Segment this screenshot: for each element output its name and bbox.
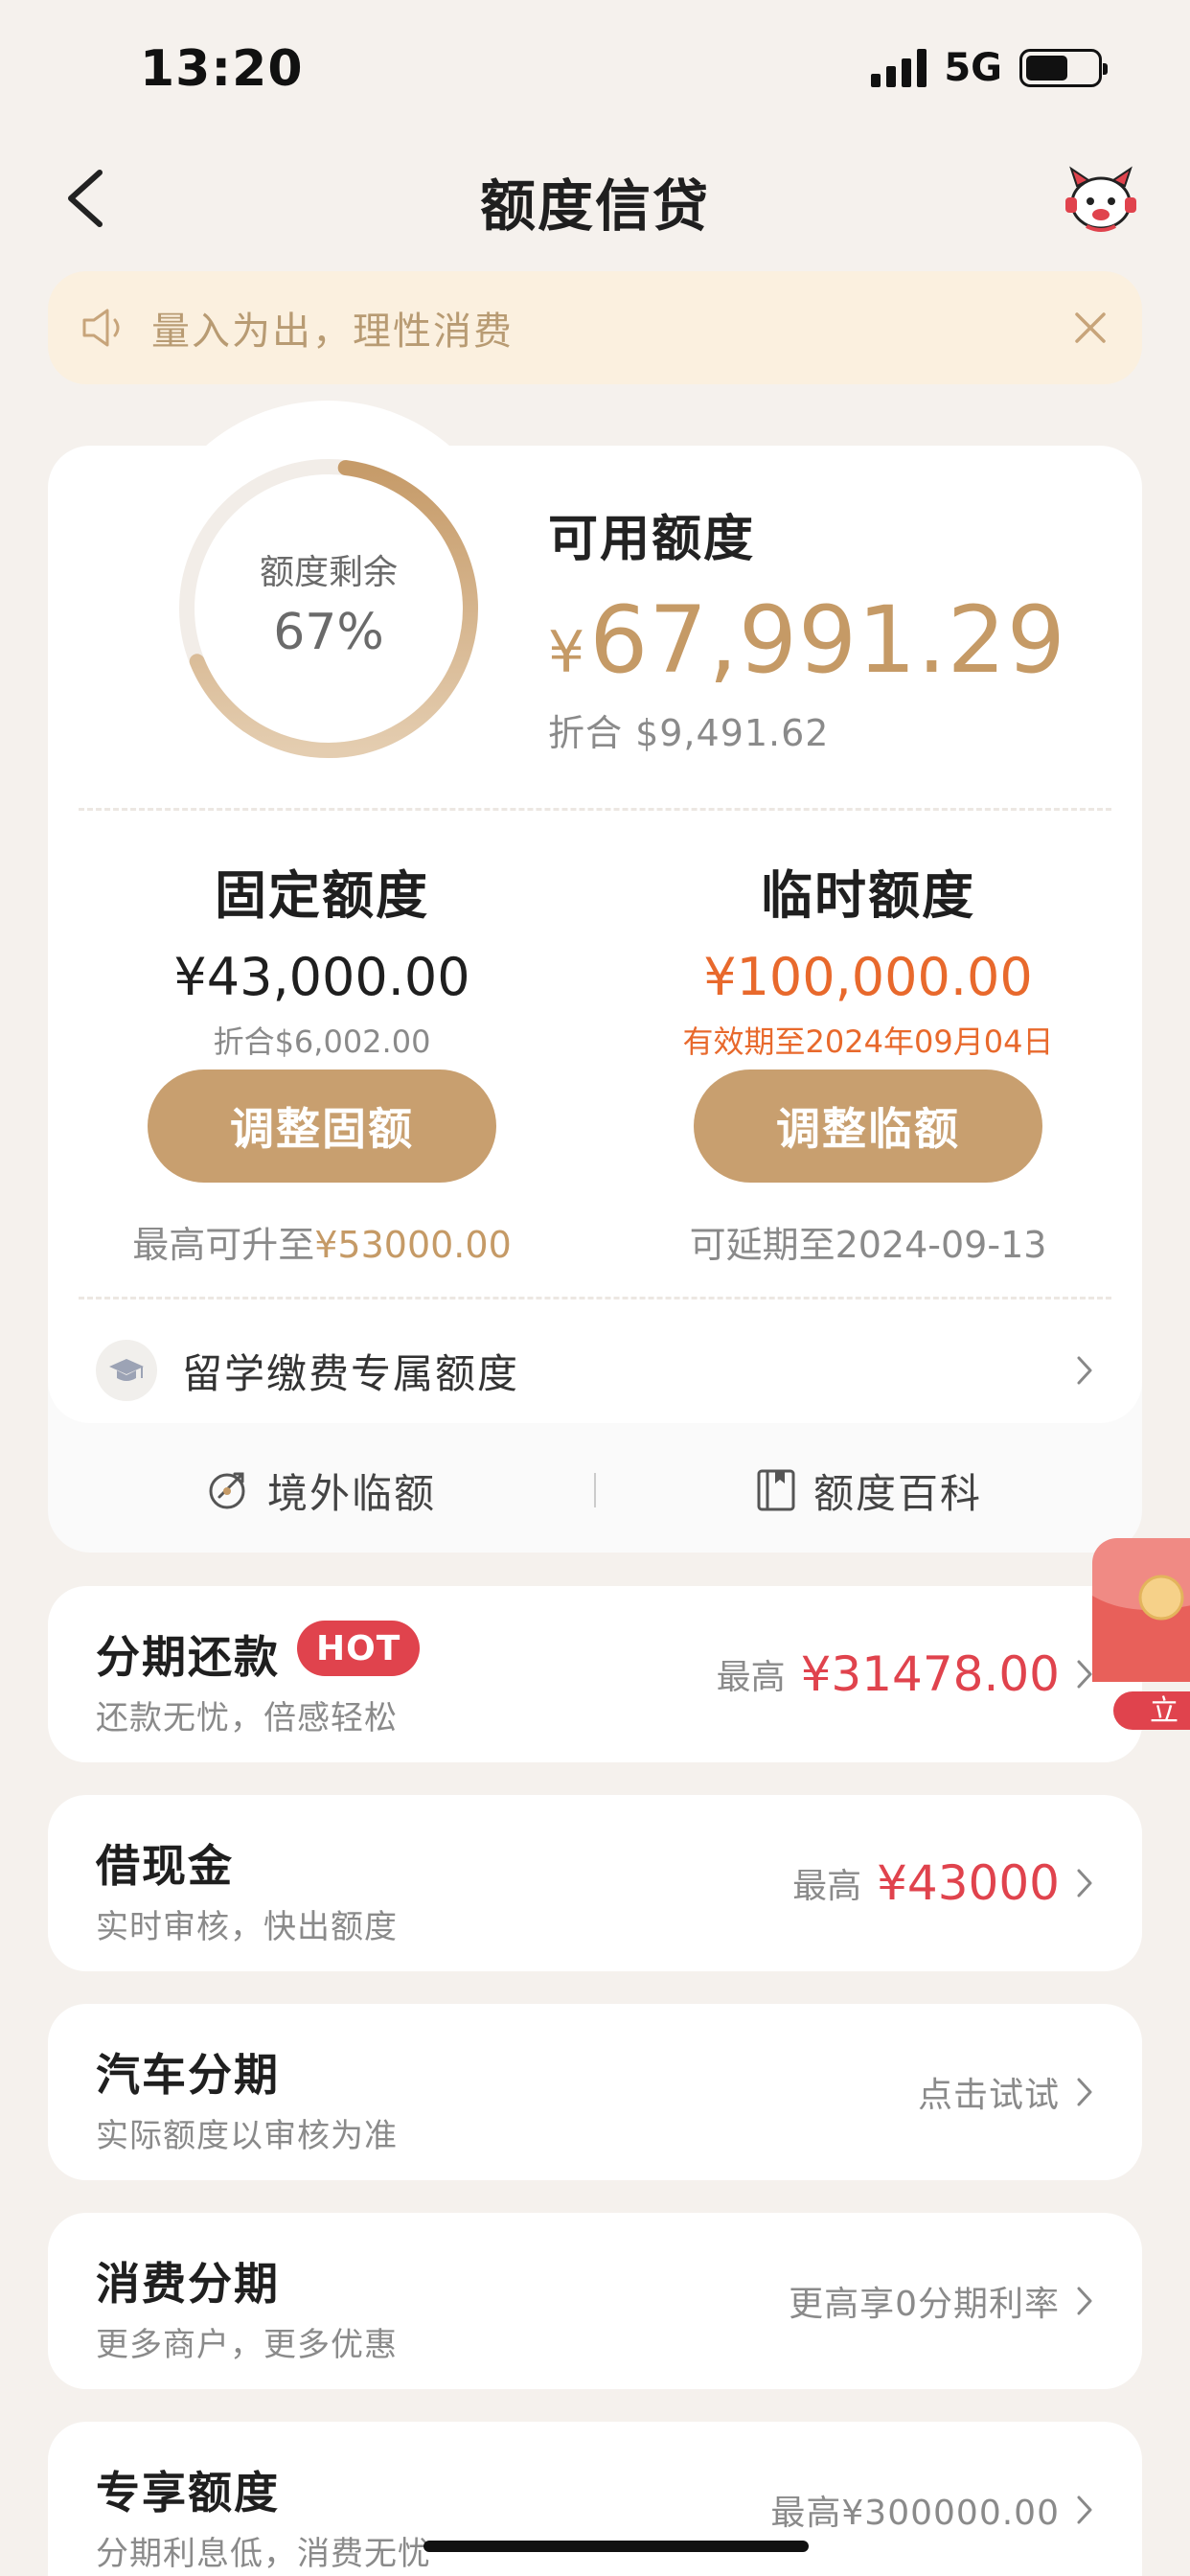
- product-subtitle: 实际额度以审核为准: [96, 2117, 398, 2155]
- red-packet-widget[interactable]: 立: [1092, 1529, 1190, 1730]
- study-quota-label: 留学缴费专属额度: [182, 1349, 520, 1397]
- status-icons: 5G: [871, 46, 1108, 90]
- product-hint: 更高享0分期利率: [789, 2285, 1060, 2324]
- fixed-foot: 最高可升至¥53000.00: [132, 1224, 512, 1266]
- overseas-temp-link[interactable]: 境外临额: [48, 1461, 594, 1520]
- quota-links: 境外临额 额度百科: [48, 1452, 1142, 1529]
- temp-title: 临时额度: [761, 865, 975, 926]
- available-amount: ¥67,991.29: [548, 586, 1066, 694]
- product-subtitle: 更多商户，更多优惠: [96, 2326, 398, 2364]
- study-quota-row[interactable]: 留学缴费专属额度: [96, 1332, 1140, 1409]
- close-icon[interactable]: [1071, 309, 1110, 347]
- ring-label: 额度剩余: [259, 553, 398, 592]
- product-title: 分期还款: [96, 1631, 280, 1683]
- chevron-right-icon: [1077, 2078, 1092, 2106]
- page-title: 额度信贷: [479, 173, 710, 239]
- product-consumer-installment[interactable]: 消费分期 更多商户，更多优惠 更高享0分期利率: [48, 2213, 1142, 2389]
- quota-wiki-label: 额度百科: [812, 1469, 982, 1517]
- product-car-installment[interactable]: 汽车分期 实际额度以审核为准 点击试试: [48, 2004, 1142, 2180]
- product-exclusive-quota[interactable]: 专享额度 分期利息低，消费无忧 最高¥300000.00: [48, 2422, 1142, 2576]
- globe-plane-icon: [209, 1472, 245, 1509]
- network-label: 5G: [944, 46, 1002, 90]
- signal-icon: [871, 49, 927, 87]
- product-subtitle: 还款无忧，倍感轻松: [96, 1699, 398, 1737]
- available-label: 可用额度: [548, 511, 756, 568]
- ring-percent: 67%: [273, 604, 384, 661]
- product-prefix: 最高: [716, 1658, 786, 1697]
- divider: [79, 1297, 1111, 1300]
- quota-wiki-link[interactable]: 额度百科: [596, 1461, 1142, 1520]
- temp-foot: 可延期至2024-09-13: [689, 1224, 1047, 1266]
- product-title: 专享额度: [96, 2467, 280, 2518]
- notice-text: 量入为出，理性消费: [151, 310, 514, 354]
- overseas-temp-label: 境外临额: [266, 1469, 436, 1517]
- chevron-right-icon: [1077, 1356, 1092, 1385]
- speaker-icon: [82, 309, 120, 347]
- product-value: ¥31478.00: [800, 1646, 1060, 1702]
- product-cash-loan[interactable]: 借现金 实时审核，快出额度 最高 ¥43000: [48, 1795, 1142, 1971]
- red-packet-label: 立: [1150, 1694, 1179, 1728]
- chevron-right-icon: [1077, 2496, 1092, 2524]
- chevron-right-icon: [1077, 2287, 1092, 2315]
- home-indicator: [423, 2541, 809, 2552]
- product-value: ¥43000: [877, 1855, 1060, 1911]
- available-equiv: 折合 $9,491.62: [548, 712, 830, 754]
- divider: [79, 808, 1111, 811]
- product-subtitle: 实时审核，快出额度: [96, 1908, 398, 1946]
- product-installment-repay[interactable]: 分期还款 HOT 还款无忧，倍感轻松 最高 ¥31478.00: [48, 1586, 1142, 1762]
- product-title: 借现金: [96, 1840, 234, 1892]
- battery-icon: [1019, 49, 1108, 87]
- product-hint: 最高¥300000.00: [770, 2494, 1060, 2533]
- fixed-amount: ¥43,000.00: [173, 947, 470, 1007]
- product-prefix: 最高: [792, 1867, 862, 1906]
- adjust-fixed-button[interactable]: 调整固额: [148, 1070, 496, 1183]
- product-title: 汽车分期: [96, 2049, 280, 2101]
- fixed-title: 固定额度: [215, 865, 429, 926]
- chevron-right-icon: [1077, 1869, 1092, 1898]
- product-title: 消费分期: [96, 2258, 280, 2310]
- temp-amount: ¥100,000.00: [703, 947, 1033, 1007]
- mascot-icon[interactable]: [1062, 165, 1140, 234]
- hot-badge: HOT: [297, 1621, 421, 1676]
- book-icon: [757, 1469, 795, 1511]
- chevron-right-icon: [1077, 1660, 1092, 1689]
- graduation-cap-icon: [96, 1340, 157, 1401]
- adjust-temp-button[interactable]: 调整临额: [694, 1070, 1042, 1183]
- product-hint: 点击试试: [917, 2076, 1060, 2115]
- fixed-equiv: 折合$6,002.00: [213, 1024, 431, 1060]
- notice-banner: 量入为出，理性消费: [48, 271, 1142, 384]
- product-subtitle: 分期利息低，消费无忧: [96, 2535, 431, 2573]
- temp-expiry: 有效期至2024年09月04日: [682, 1024, 1054, 1060]
- status-time: 13:20: [140, 40, 304, 98]
